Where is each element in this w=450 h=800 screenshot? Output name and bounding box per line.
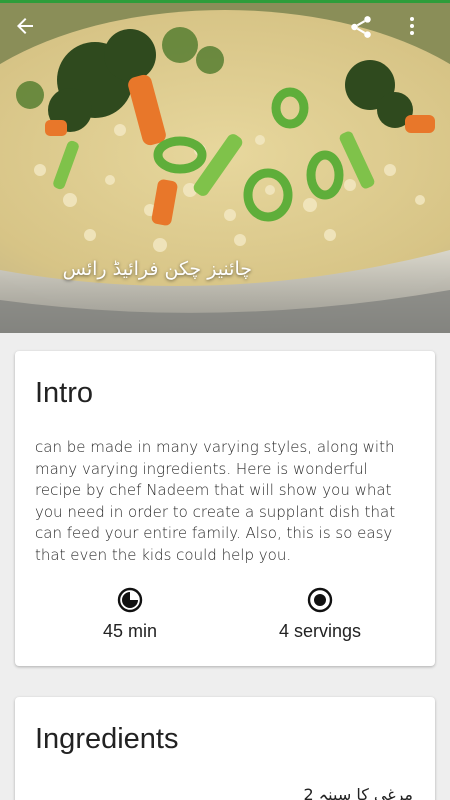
recipe-title: چائنیز چکن فرائیڈ رائس — [62, 258, 252, 280]
intro-line: many varying ingredients. Here is wonder… — [35, 459, 368, 478]
share-button[interactable] — [348, 14, 392, 58]
intro-line: you need in order to create a supplant d… — [35, 502, 396, 521]
cook-time: 45 min — [50, 587, 210, 642]
status-accent-line — [0, 0, 450, 3]
more-options-button[interactable] — [400, 14, 444, 58]
cook-time-label: 45 min — [102, 621, 158, 641]
intro-line: that even the kids could help you. — [35, 545, 292, 564]
arrow-left-icon — [17, 18, 33, 34]
share-icon — [351, 16, 371, 38]
ingredients-card: Ingredients مرغی کا سینہ 2 — [15, 697, 435, 800]
toolbar — [0, 0, 450, 76]
intro-line: can feed your entire family. Also, this … — [35, 524, 393, 543]
back-button[interactable] — [13, 14, 57, 58]
intro-card: Intro can be made in many varying styles… — [15, 351, 435, 666]
servings: 4 servings — [240, 587, 400, 642]
intro-line: can be made in many varying styles, alon… — [35, 438, 395, 456]
servings-label: 4 servings — [278, 621, 362, 641]
intro-heading: Intro — [35, 377, 94, 409]
recipe-hero-image: چائنیز چکن فرائیڈ رائس — [0, 0, 450, 333]
servings-icon — [307, 587, 333, 613]
ingredient-item: مرغی کا سینہ 2 — [303, 785, 413, 800]
intro-line: recipe by chef Nadeem that will show you… — [35, 481, 392, 500]
more-vert-icon — [410, 17, 414, 35]
intro-description: can be made in many varying styles, alon… — [35, 437, 420, 567]
timer-icon — [117, 587, 143, 613]
ingredients-heading: Ingredients — [35, 723, 179, 755]
